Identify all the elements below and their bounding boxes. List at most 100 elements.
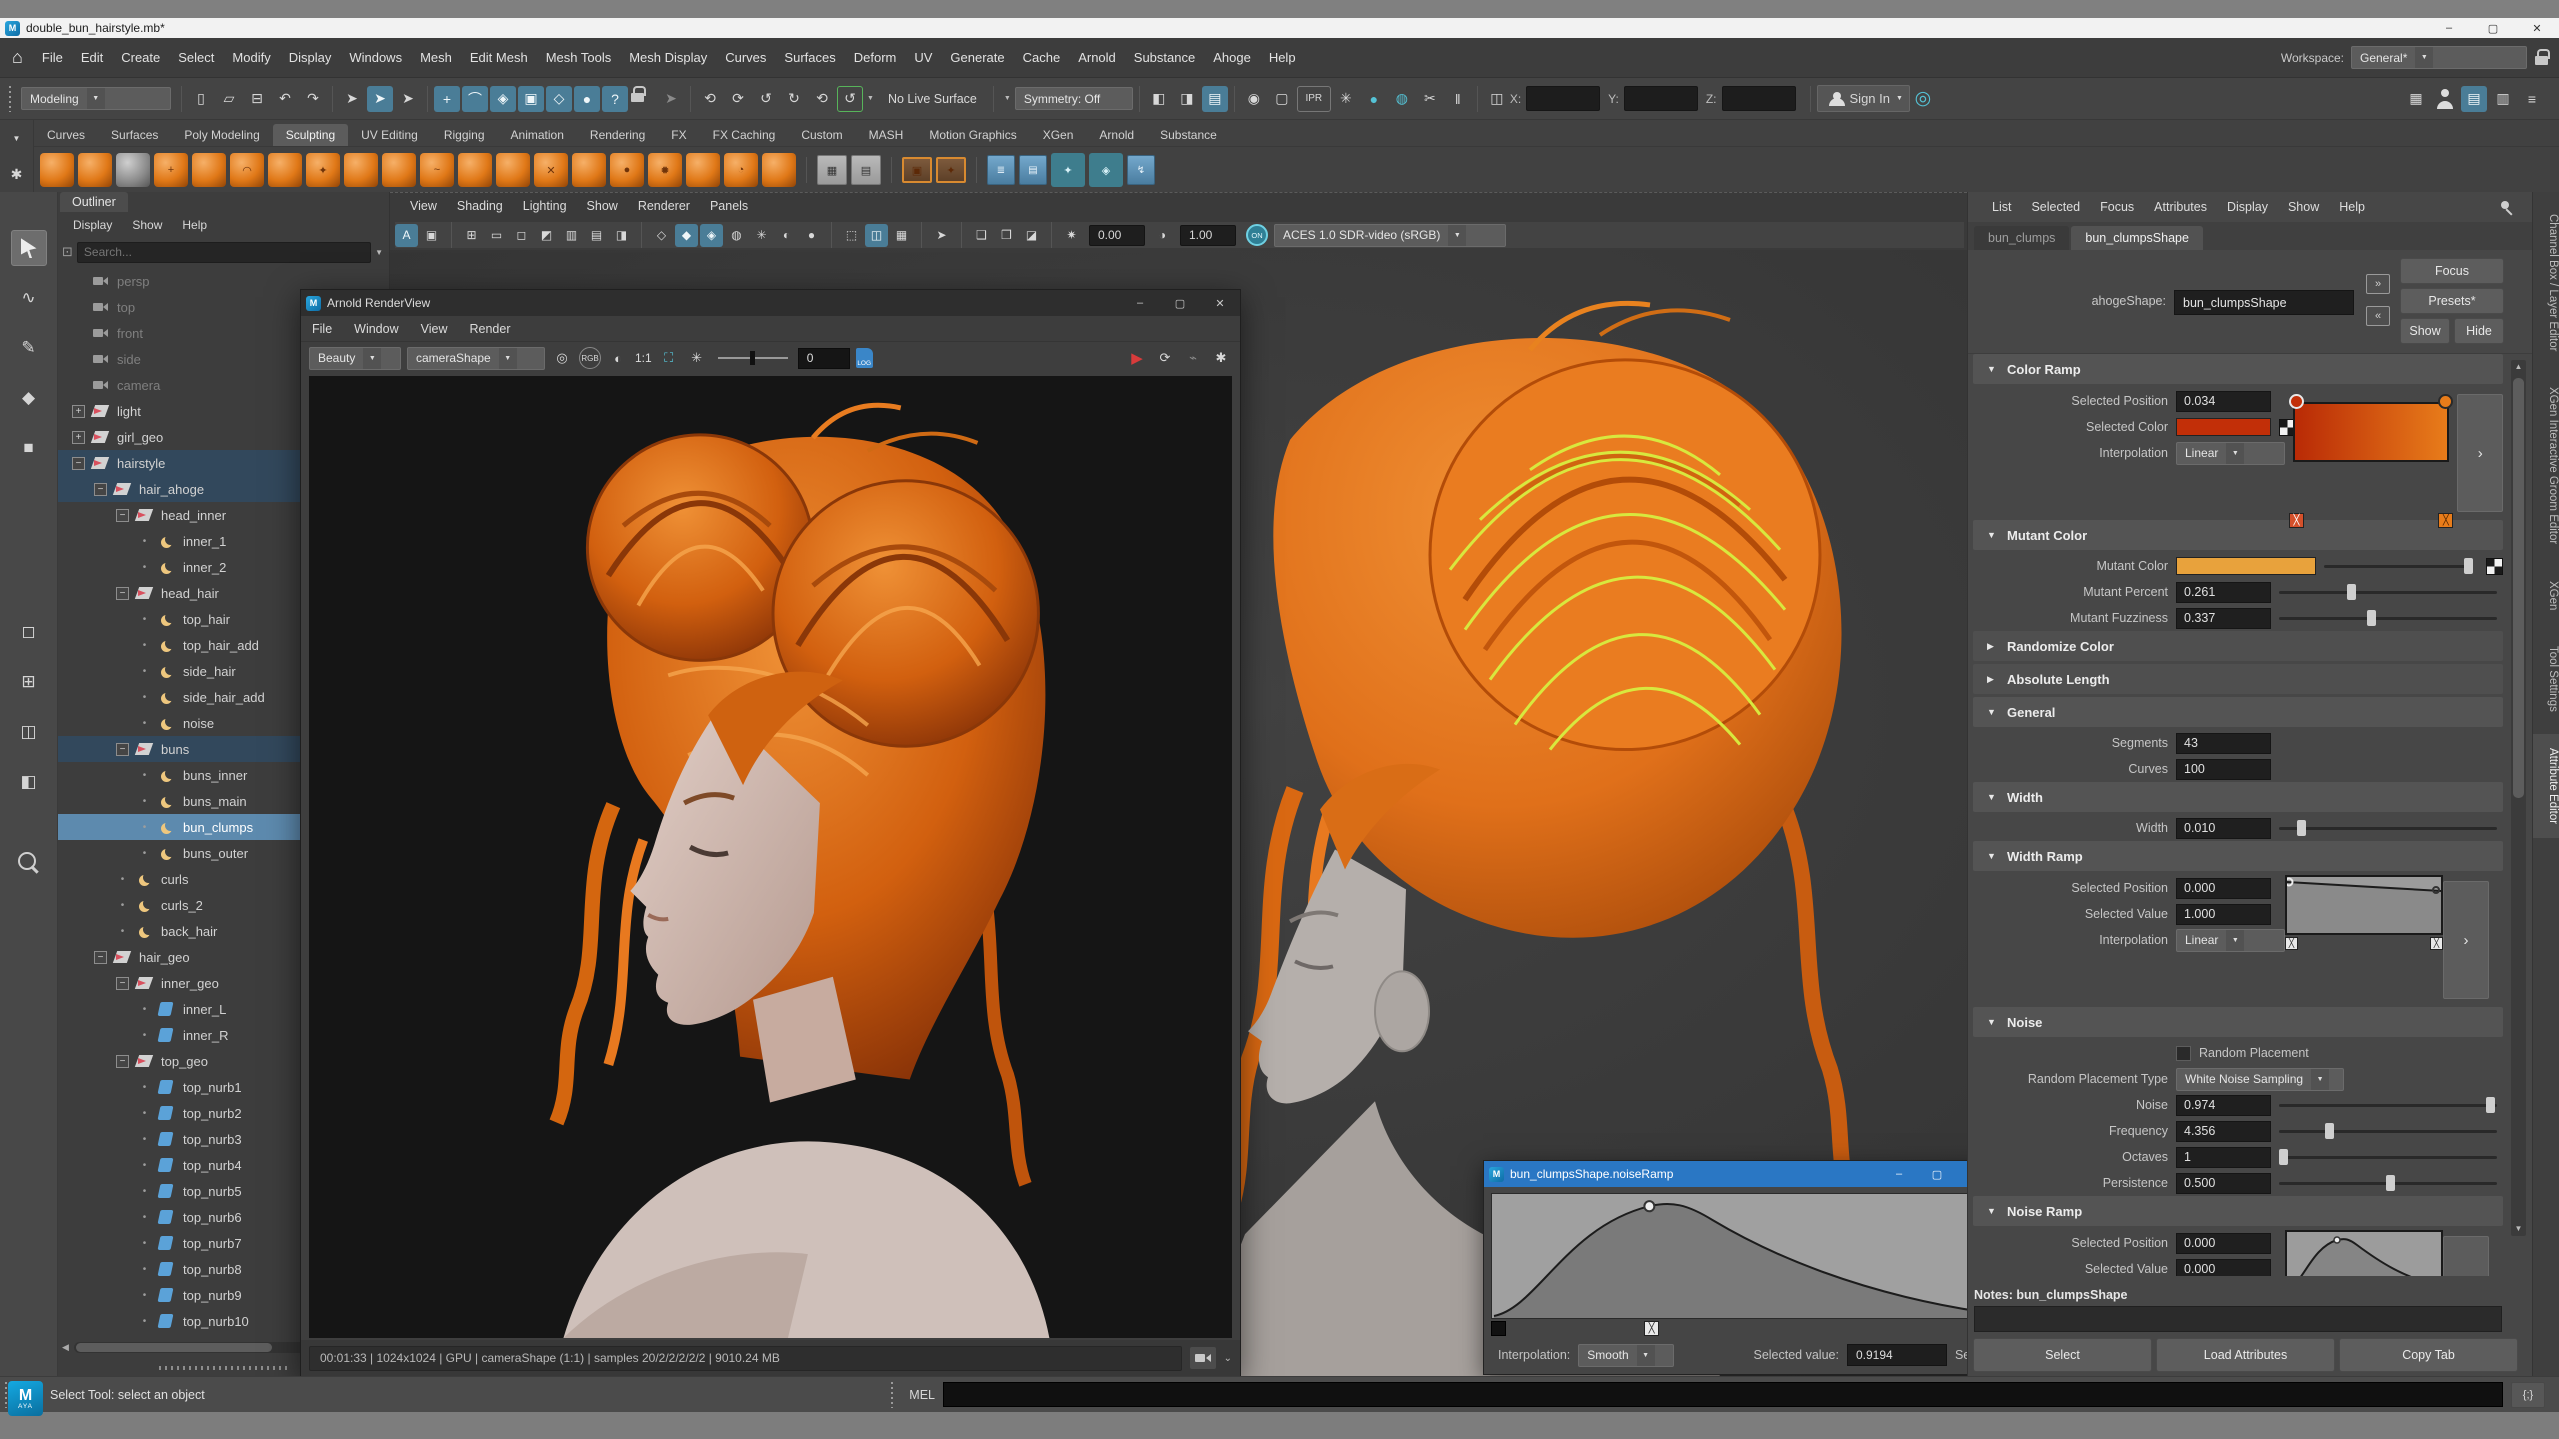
camera-select-icon[interactable]: ▣ bbox=[420, 224, 443, 247]
input-connections-icon[interactable]: ⟲ bbox=[697, 86, 723, 112]
right-tab-xgen-interactive-groom-editor[interactable]: XGen Interactive Groom Editor bbox=[2533, 373, 2559, 558]
color-ramp-widget[interactable]: ╳ ╳ bbox=[2293, 402, 2449, 512]
stamp-image-icon[interactable]: ✦ bbox=[936, 157, 966, 183]
shadows-icon[interactable]: ◐ bbox=[775, 224, 798, 247]
presets-button[interactable]: Presets* bbox=[2400, 288, 2504, 314]
expand-icon[interactable]: + bbox=[72, 431, 85, 444]
ramp-delete-handle[interactable]: ╳ bbox=[2289, 513, 2304, 528]
render-eye-icon[interactable]: ◉ bbox=[1241, 86, 1267, 112]
wax-tool-icon[interactable]: ~ bbox=[420, 153, 454, 187]
ramp-stop[interactable] bbox=[2438, 394, 2453, 409]
render-image[interactable] bbox=[309, 376, 1232, 1338]
safe-action-icon[interactable]: ▤ bbox=[585, 224, 608, 247]
log-view-icon[interactable]: LOG bbox=[856, 348, 873, 368]
persistence-field[interactable]: 0.500 bbox=[2176, 1173, 2271, 1194]
ramp-window-titlebar[interactable]: M bun_clumpsShape.noiseRamp – ▢ ✕ bbox=[1484, 1161, 1994, 1187]
noise-ramp-window[interactable]: M bun_clumpsShape.noiseRamp – ▢ ✕ ╳ Inte… bbox=[1483, 1160, 1995, 1375]
section-header-width-ramp[interactable]: ▼Width Ramp bbox=[1973, 841, 2503, 871]
viewport-menu-item[interactable]: Renderer bbox=[628, 196, 700, 216]
snap-to-view-plane-icon[interactable]: ◇ bbox=[546, 86, 572, 112]
render-region-icon[interactable]: ◎ bbox=[551, 347, 573, 369]
attribute-editor-scrollbar[interactable]: ▲ ▼ bbox=[2511, 360, 2526, 1236]
collapse-icon[interactable]: − bbox=[116, 587, 129, 600]
two-pane-layout-icon[interactable]: ◫ bbox=[11, 714, 47, 750]
shelf-menu-icon[interactable]: ▼ bbox=[4, 125, 30, 151]
noise-ramp-curve-editor[interactable] bbox=[1491, 1193, 1985, 1319]
shelf-tab[interactable]: MASH bbox=[856, 124, 917, 146]
renderview-menu-item[interactable]: Window bbox=[343, 322, 409, 336]
save-scene-icon[interactable]: ⊟ bbox=[244, 86, 270, 112]
ipr-render-icon[interactable]: IPR bbox=[1297, 86, 1331, 112]
frame-selection-icon[interactable]: ◨ bbox=[1174, 86, 1200, 112]
menu-item[interactable]: Curves bbox=[716, 50, 775, 65]
history-extra-icon[interactable]: ⟲ bbox=[809, 86, 835, 112]
select-hierarchy-icon[interactable]: ➤ bbox=[339, 86, 365, 112]
renderview-menu-item[interactable]: View bbox=[410, 322, 459, 336]
menu-item[interactable]: Edit bbox=[72, 50, 112, 65]
arnold-renderview-window[interactable]: M Arnold RenderView – ▢ ✕ FileWindowView… bbox=[300, 289, 1241, 1377]
make-live-icon[interactable]: ● bbox=[574, 86, 600, 112]
ramp-delete-handle[interactable]: ╳ bbox=[2438, 513, 2453, 528]
chevron-down-icon[interactable]: ▼ bbox=[867, 95, 874, 102]
ramp-key-handle-selected[interactable]: ╳ bbox=[2285, 937, 2298, 950]
focus-button[interactable]: Focus bbox=[2400, 258, 2504, 284]
shelf-options-icon[interactable]: ✱ bbox=[4, 161, 30, 187]
viewport-menu-item[interactable]: View bbox=[400, 196, 447, 216]
renderview-menu-item[interactable]: File bbox=[301, 322, 343, 336]
scroll-down-icon[interactable]: ▼ bbox=[2511, 1222, 2526, 1236]
tool-settings-toggle-icon[interactable]: ≡ bbox=[2519, 86, 2545, 112]
ramp-key-handle[interactable] bbox=[1491, 1321, 1506, 1336]
curves-field[interactable]: 100 bbox=[2176, 759, 2271, 780]
section-header-mutant-color[interactable]: ▼Mutant Color bbox=[1973, 520, 2503, 550]
new-scene-icon[interactable]: ▯ bbox=[188, 86, 214, 112]
snapshot-icon[interactable]: ⌁ bbox=[1182, 347, 1204, 369]
gamma-icon[interactable]: ◑ bbox=[1151, 224, 1174, 247]
minimize-button[interactable]: – bbox=[2427, 18, 2471, 38]
selected-value-field[interactable]: 0.000 bbox=[2176, 1259, 2271, 1277]
minimize-button[interactable]: – bbox=[1880, 1161, 1918, 1187]
mel-toggle[interactable]: MEL bbox=[909, 1388, 935, 1402]
pane-grip[interactable] bbox=[159, 1366, 289, 1370]
use-default-material-icon[interactable]: ◍ bbox=[725, 224, 748, 247]
ambient-occlusion-icon[interactable]: ● bbox=[800, 224, 823, 247]
menu-item[interactable]: Substance bbox=[1125, 50, 1204, 65]
shelf-tab[interactable]: Sculpting bbox=[273, 124, 348, 146]
mutant-fuzziness-field[interactable]: 0.337 bbox=[2176, 608, 2271, 629]
mutant-percent-slider[interactable] bbox=[2279, 581, 2497, 603]
width-ramp-widget[interactable] bbox=[2285, 875, 2443, 935]
erase-tool-icon[interactable] bbox=[762, 153, 796, 187]
menu-item[interactable]: UV bbox=[905, 50, 941, 65]
mask-layer-icon[interactable]: ≣ bbox=[987, 155, 1015, 185]
lock-selection-icon[interactable] bbox=[630, 86, 656, 112]
close-button[interactable]: ✕ bbox=[2515, 18, 2559, 38]
ramp-stop-selected[interactable] bbox=[2289, 394, 2304, 409]
snapshot-camera-icon[interactable] bbox=[1190, 1347, 1216, 1369]
hypershade-icon[interactable]: ● bbox=[1361, 86, 1387, 112]
single-pane-layout-icon[interactable]: ◻ bbox=[11, 614, 47, 650]
sculpt-tool-icon[interactable] bbox=[40, 153, 74, 187]
scroll-up-icon[interactable]: ▲ bbox=[2511, 360, 2526, 374]
grid-toggle-icon[interactable]: ⊞ bbox=[460, 224, 483, 247]
x-input[interactable] bbox=[1526, 86, 1600, 111]
section-header-randomize-color[interactable]: ▶Randomize Color bbox=[1973, 631, 2503, 661]
ae-menu-item[interactable]: Show bbox=[2278, 200, 2329, 214]
renderview-menu-item[interactable]: Render bbox=[459, 322, 522, 336]
menu-item[interactable]: Select bbox=[169, 50, 223, 65]
grip-handle[interactable] bbox=[7, 86, 14, 112]
pinch-tool-icon[interactable] bbox=[192, 153, 226, 187]
mirror-sculpt-icon[interactable]: ◈ bbox=[1089, 153, 1123, 187]
output-connection-icon[interactable]: « bbox=[2366, 306, 2390, 326]
menu-item[interactable]: Surfaces bbox=[775, 50, 844, 65]
construction-history-on-icon[interactable]: ↺ bbox=[753, 86, 779, 112]
relax-tool-icon[interactable] bbox=[116, 153, 150, 187]
selected-position-field[interactable]: 0.000 bbox=[2176, 878, 2271, 899]
mutant-color-swatch[interactable] bbox=[2176, 557, 2316, 575]
expand-icon[interactable]: + bbox=[72, 405, 85, 418]
section-header-noise[interactable]: ▼Noise bbox=[1973, 1007, 2503, 1037]
frequency-field[interactable]: 4.356 bbox=[2176, 1121, 2271, 1142]
right-tab-attribute-editor[interactable]: Attribute Editor bbox=[2533, 734, 2559, 838]
width-slider[interactable] bbox=[2279, 817, 2497, 839]
workspace-lock-icon[interactable] bbox=[2534, 49, 2549, 66]
menu-item[interactable]: Mesh Tools bbox=[537, 50, 621, 65]
right-tab-channel-box-layer-editor[interactable]: Channel Box / Layer Editor bbox=[2533, 200, 2559, 365]
